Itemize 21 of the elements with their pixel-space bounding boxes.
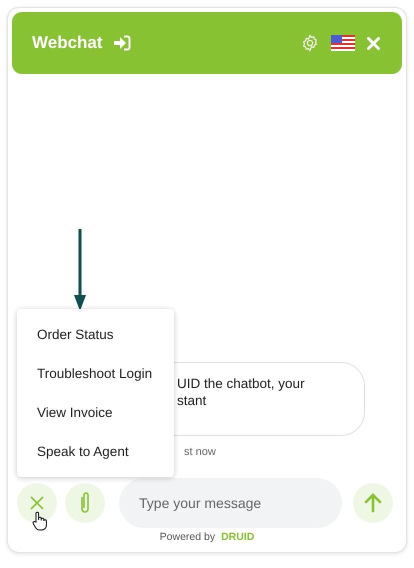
close-menu-button[interactable] [17,483,57,523]
message-time: st now [184,446,217,458]
send-button[interactable] [353,483,393,523]
powered-by-label: Powered by [160,531,216,543]
settings-icon[interactable] [301,34,319,52]
arrow-icon [74,229,86,311]
menu-item[interactable]: View Invoice [17,393,174,432]
window-title: Webchat [32,33,103,53]
menu-item[interactable]: Speak to Agent [17,432,174,471]
close-icon [30,496,44,510]
message-field[interactable]: Type your message [119,478,342,528]
login-icon[interactable] [112,35,131,51]
close-icon[interactable] [367,36,380,50]
paperclip-icon [79,491,91,515]
attach-button[interactable] [65,483,105,523]
arrow-up-icon [364,493,382,513]
flag-icon[interactable] [331,35,355,51]
message-text: UID the chatbot, your stant [177,375,306,409]
menu-item[interactable]: Troubleshoot Login [17,354,174,393]
hand-cursor-icon [32,511,48,531]
menu-item[interactable]: Order Status [17,315,174,354]
